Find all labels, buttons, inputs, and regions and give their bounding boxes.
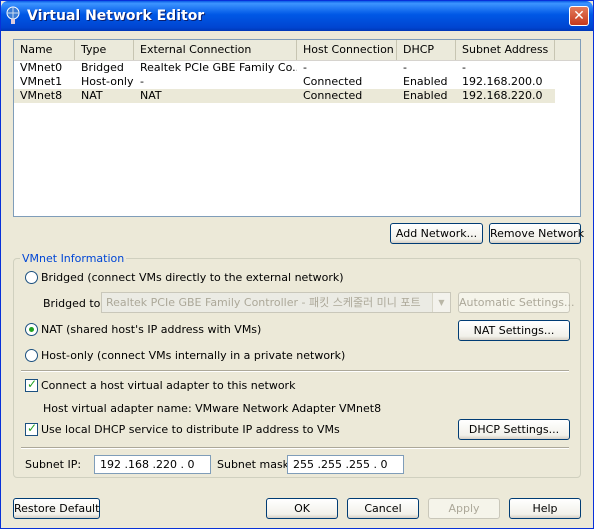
cell-host: - (303, 61, 307, 74)
column-header-dhcp[interactable]: DHCP (397, 40, 456, 60)
group-title: VMnet Information (20, 252, 127, 265)
column-header-name[interactable]: Name (14, 40, 75, 60)
subnet-mask-input[interactable]: 255 .255 .255 . 0 (287, 455, 404, 474)
table-row-vmnet8[interactable]: VMnet8 NAT NAT Connected Enabled 192.168… (14, 89, 555, 103)
list-header: Name Type External Connection Host Conne… (14, 40, 580, 61)
cell-subnet: 192.168.220.0 (462, 89, 543, 102)
network-list[interactable]: Name Type External Connection Host Conne… (13, 39, 581, 217)
radio-selected-dot (29, 327, 34, 332)
connect-adapter-checkbox[interactable]: ✓ (25, 377, 38, 392)
cancel-button[interactable]: Cancel (347, 498, 419, 519)
cell-type: NAT (81, 89, 103, 102)
restore-default-button[interactable]: Restore Default (13, 498, 100, 519)
column-header-external-connection[interactable]: External Connection (134, 40, 297, 60)
window-title: Virtual Network Editor (27, 8, 205, 24)
add-network-button[interactable]: Add Network... (390, 223, 483, 244)
nat-label[interactable]: NAT (shared host's IP address with VMs) (41, 323, 261, 336)
cell-name: VMnet1 (20, 75, 63, 88)
cell-name: VMnet8 (20, 89, 63, 102)
cell-subnet: 192.168.200.0 (462, 75, 543, 88)
cell-external: Realtek PCIe GBE Family Co... (140, 61, 297, 74)
cell-type: Bridged (81, 61, 124, 74)
column-header-type[interactable]: Type (75, 40, 134, 60)
subnet-ip-input[interactable]: 192 .168 .220 . 0 (94, 455, 211, 474)
bridged-radio[interactable] (25, 271, 38, 284)
dhcp-settings-button[interactable]: DHCP Settings... (458, 419, 570, 440)
ok-button[interactable]: OK (266, 498, 338, 519)
cell-host: Connected (303, 75, 363, 88)
bridged-to-label: Bridged to: (43, 297, 105, 310)
close-button[interactable]: ✕ (569, 6, 589, 26)
network-app-icon (6, 6, 20, 24)
automatic-settings-button[interactable]: Automatic Settings... (458, 292, 575, 313)
host-only-radio[interactable] (25, 349, 38, 362)
separator (21, 447, 569, 449)
subnet-mask-label: Subnet mask: (217, 458, 293, 471)
adapter-name-text: Host virtual adapter name: VMware Networ… (43, 402, 382, 415)
chevron-down-icon[interactable]: ▼ (432, 293, 450, 312)
nat-settings-button[interactable]: NAT Settings... (458, 320, 570, 341)
connect-adapter-label[interactable]: Connect a host virtual adapter to this n… (41, 379, 295, 392)
checkmark-icon: ✓ (27, 377, 38, 391)
column-header-subnet-address[interactable]: Subnet Address (456, 40, 555, 60)
cell-external: NAT (140, 89, 162, 102)
cell-type: Host-only (81, 75, 134, 88)
subnet-ip-label: Subnet IP: (25, 458, 82, 471)
cell-external: - (140, 75, 144, 88)
column-header-host-connection[interactable]: Host Connection (297, 40, 397, 60)
cell-host: Connected (303, 89, 363, 102)
dhcp-label[interactable]: Use local DHCP service to distribute IP … (41, 423, 340, 436)
nat-radio[interactable] (25, 323, 38, 336)
bridged-to-select[interactable]: Realtek PCIe GBE Family Controller - 패킷 … (101, 292, 451, 313)
cell-dhcp: Enabled (403, 89, 448, 102)
cell-name: VMnet0 (20, 61, 63, 74)
table-row-vmnet1[interactable]: VMnet1 Host-only - Connected Enabled 192… (14, 75, 555, 89)
virtual-network-editor-window: Virtual Network Editor ✕ Name Type Exter… (0, 0, 594, 529)
cell-subnet: - (462, 61, 466, 74)
vmnet-information-group (13, 258, 581, 478)
help-button[interactable]: Help (509, 498, 581, 519)
cell-dhcp: - (403, 61, 407, 74)
dhcp-checkbox[interactable]: ✓ (25, 421, 38, 436)
bridged-to-value: Realtek PCIe GBE Family Controller - 패킷 … (106, 296, 421, 309)
title-bar[interactable]: Virtual Network Editor ✕ (1, 1, 593, 31)
apply-button[interactable]: Apply (428, 498, 500, 519)
close-icon: ✕ (573, 8, 585, 24)
remove-network-button[interactable]: Remove Network (489, 223, 584, 244)
checkmark-icon: ✓ (27, 421, 38, 435)
separator (21, 370, 569, 372)
host-only-label[interactable]: Host-only (connect VMs internally in a p… (41, 349, 345, 362)
bridged-label[interactable]: Bridged (connect VMs directly to the ext… (41, 271, 344, 284)
cell-dhcp: Enabled (403, 75, 448, 88)
table-row-vmnet0[interactable]: VMnet0 Bridged Realtek PCIe GBE Family C… (14, 61, 555, 75)
